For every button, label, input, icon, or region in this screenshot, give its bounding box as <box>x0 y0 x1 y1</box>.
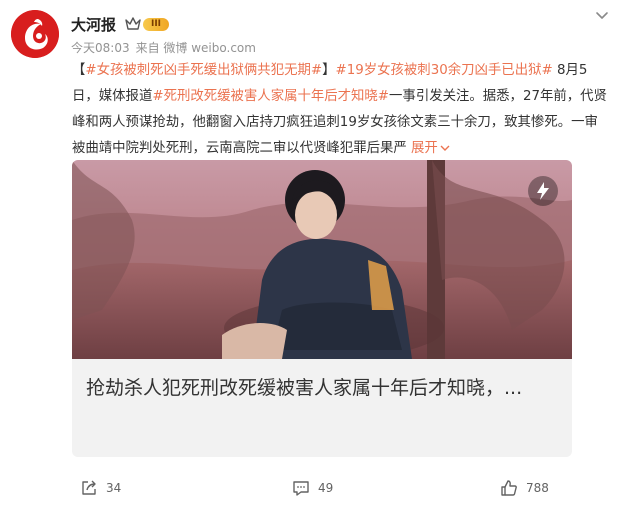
post-source: 来自 微博 weibo.com <box>135 41 256 55</box>
bracket-open: 【 <box>72 63 86 78</box>
like-icon <box>501 480 517 496</box>
expand-chevron-icon <box>440 145 450 151</box>
hashtag-link-1[interactable]: #女孩被刺死凶手死缓出狱俩共犯无期# <box>85 63 322 78</box>
hashtag-link-3[interactable]: #死刑改死缓被害人家属十年后才知晓# <box>152 89 389 104</box>
repost-count: 34 <box>106 481 122 495</box>
repost-icon <box>82 480 96 495</box>
post-time[interactable]: 今天08:03 <box>71 41 130 55</box>
author-name[interactable]: 大河报 <box>71 14 116 35</box>
crown-icon <box>125 17 141 30</box>
badges: III <box>125 15 169 33</box>
link-card[interactable]: 抢劫杀人犯死刑改死缓被害人家属十年后才知晓，... <box>72 160 572 457</box>
level-badge[interactable]: III <box>143 17 169 31</box>
comment-count: 49 <box>318 481 334 495</box>
card-title[interactable]: 抢劫杀人犯死刑改死缓被害人家属十年后才知晓，... <box>86 373 556 403</box>
comment-icon <box>293 481 309 496</box>
action-bar: 34 49 788 <box>0 474 621 502</box>
like-count: 788 <box>526 481 549 495</box>
hashtag-link-2[interactable]: #19岁女孩被刺30余刀凶手已出狱# <box>335 63 552 78</box>
bracket-close: 】 <box>322 63 336 78</box>
like-button[interactable]: 788 <box>500 474 549 502</box>
comment-button[interactable]: 49 <box>292 474 333 502</box>
flash-icon <box>528 176 558 206</box>
expand-link[interactable]: 展开 <box>411 141 450 156</box>
more-chevron-icon[interactable] <box>593 6 611 24</box>
avatar[interactable] <box>11 10 59 58</box>
post-header: 大河报 III 今天08:03 来自 微博 weibo.com <box>11 8 611 58</box>
post-meta: 今天08:03 来自 微博 weibo.com <box>71 39 262 56</box>
post-content: 【#女孩被刺死凶手死缓出狱俩共犯无期#】#19岁女孩被刺30余刀凶手已出狱# 8… <box>72 58 608 162</box>
card-image[interactable] <box>72 160 572 359</box>
repost-button[interactable]: 34 <box>80 474 121 502</box>
expand-label: 展开 <box>411 141 438 156</box>
